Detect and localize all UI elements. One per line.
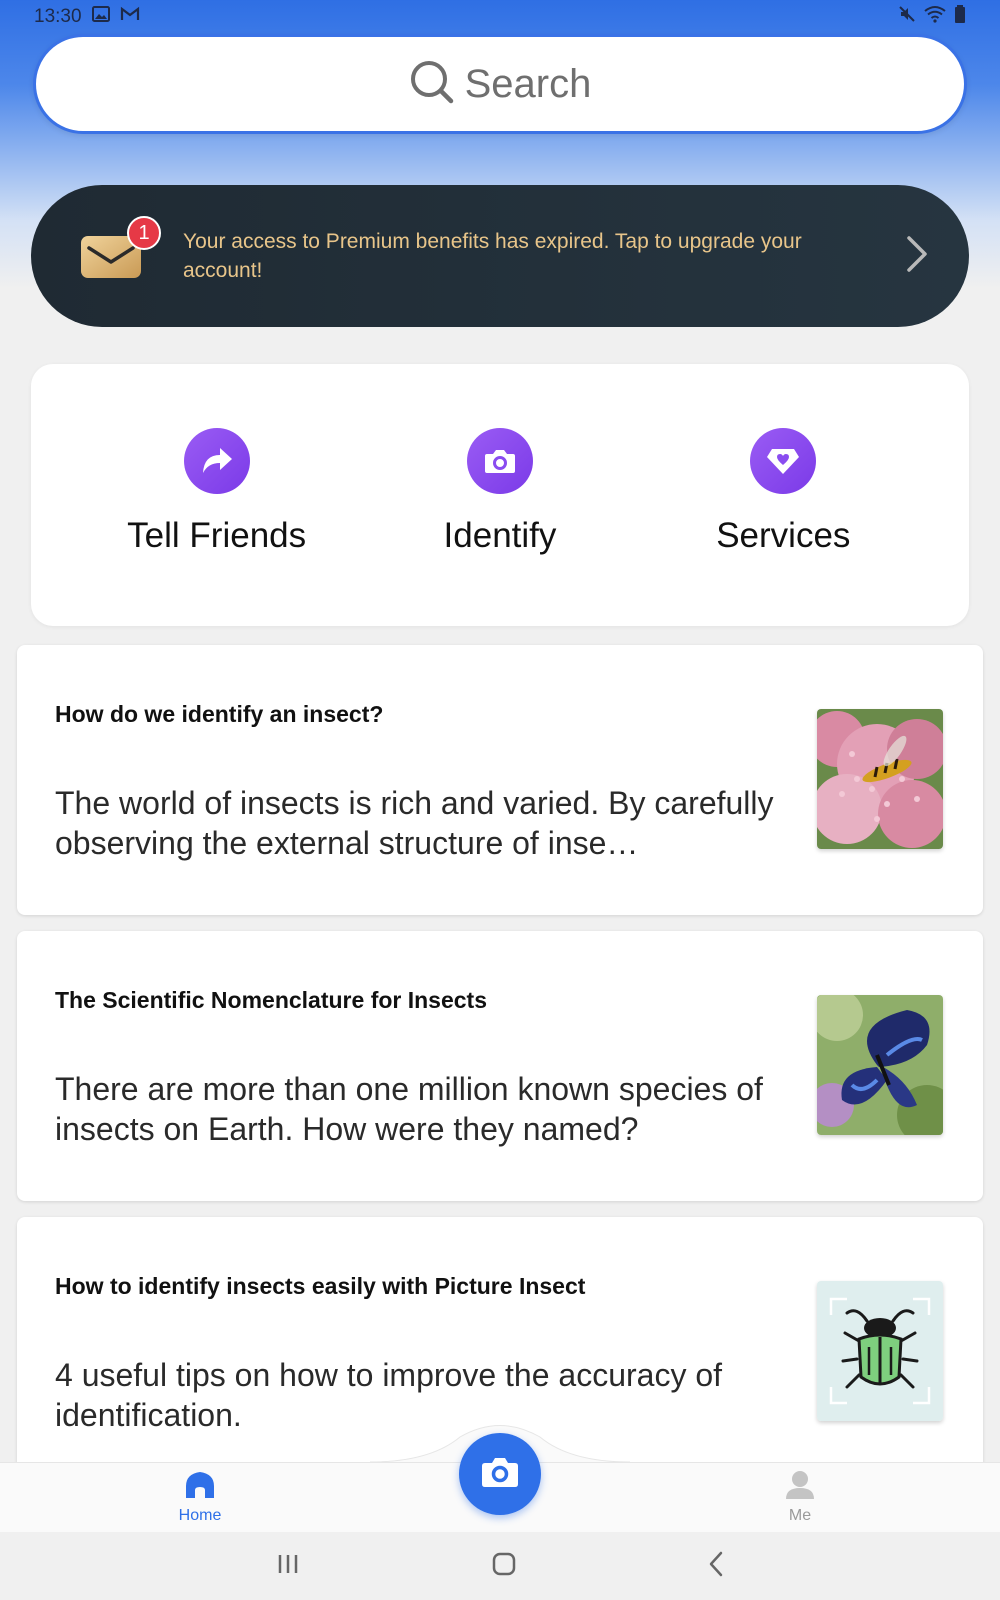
article-description: There are more than one million known sp… — [55, 1071, 763, 1147]
camera-capture-button[interactable] — [459, 1433, 541, 1515]
camera-icon — [480, 1455, 520, 1494]
services-button[interactable]: Services — [658, 428, 908, 556]
back-icon[interactable] — [708, 1551, 724, 1582]
wifi-icon — [924, 5, 946, 29]
mute-icon — [898, 5, 916, 29]
battery-icon — [954, 5, 966, 29]
nav-me-label: Me — [788, 1507, 812, 1524]
tell-friends-button[interactable]: Tell Friends — [92, 428, 342, 556]
butterfly-thumbnail — [817, 995, 943, 1135]
beetle-scan-thumbnail — [817, 1281, 943, 1421]
tell-friends-label: Tell Friends — [127, 516, 307, 555]
article-card[interactable]: The Scientific Nomenclature for Insects … — [17, 931, 983, 1201]
gmail-notification-icon — [120, 6, 140, 28]
article-description: The world of insects is rich and varied.… — [55, 785, 774, 861]
nav-home-label: Home — [178, 1507, 222, 1524]
identify-label: Identify — [443, 516, 557, 555]
search-icon — [409, 59, 455, 110]
person-icon — [784, 1470, 816, 1505]
camera-icon — [466, 428, 533, 494]
recent-apps-icon[interactable] — [276, 1553, 300, 1580]
wasp-thumbnail — [817, 709, 943, 849]
search-bar[interactable]: Search — [33, 34, 967, 134]
share-arrow-icon — [183, 428, 250, 494]
article-title: The Scientific Nomenclature for Insects — [55, 987, 488, 1013]
notification-badge: 1 — [127, 216, 161, 250]
home-system-icon[interactable] — [492, 1552, 516, 1581]
chevron-right-icon — [905, 234, 929, 279]
diamond-heart-icon — [750, 428, 817, 494]
article-title: How to identify insects easily with Pict… — [55, 1273, 586, 1299]
services-label: Services — [716, 516, 851, 555]
identify-button[interactable]: Identify — [375, 428, 625, 556]
status-bar: 13:30 — [0, 0, 1000, 34]
status-time: 13:30 — [34, 6, 82, 27]
article-title: How do we identify an insect? — [55, 701, 384, 727]
mail-icon: 1 — [79, 216, 161, 282]
quick-actions-card: Tell Friends Identify Services — [31, 364, 969, 626]
system-navigation-bar — [0, 1532, 1000, 1600]
gallery-notification-icon — [91, 6, 110, 28]
banner-message: Your access to Premium benefits has expi… — [183, 230, 802, 282]
article-card[interactable]: How do we identify an insect? The world … — [17, 645, 983, 915]
search-placeholder: Search — [464, 61, 592, 106]
premium-expired-banner[interactable]: 1 Your access to Premium benefits has ex… — [31, 185, 969, 327]
home-icon — [184, 1470, 216, 1505]
nav-me[interactable]: Me — [740, 1470, 860, 1525]
nav-home[interactable]: Home — [140, 1470, 260, 1525]
